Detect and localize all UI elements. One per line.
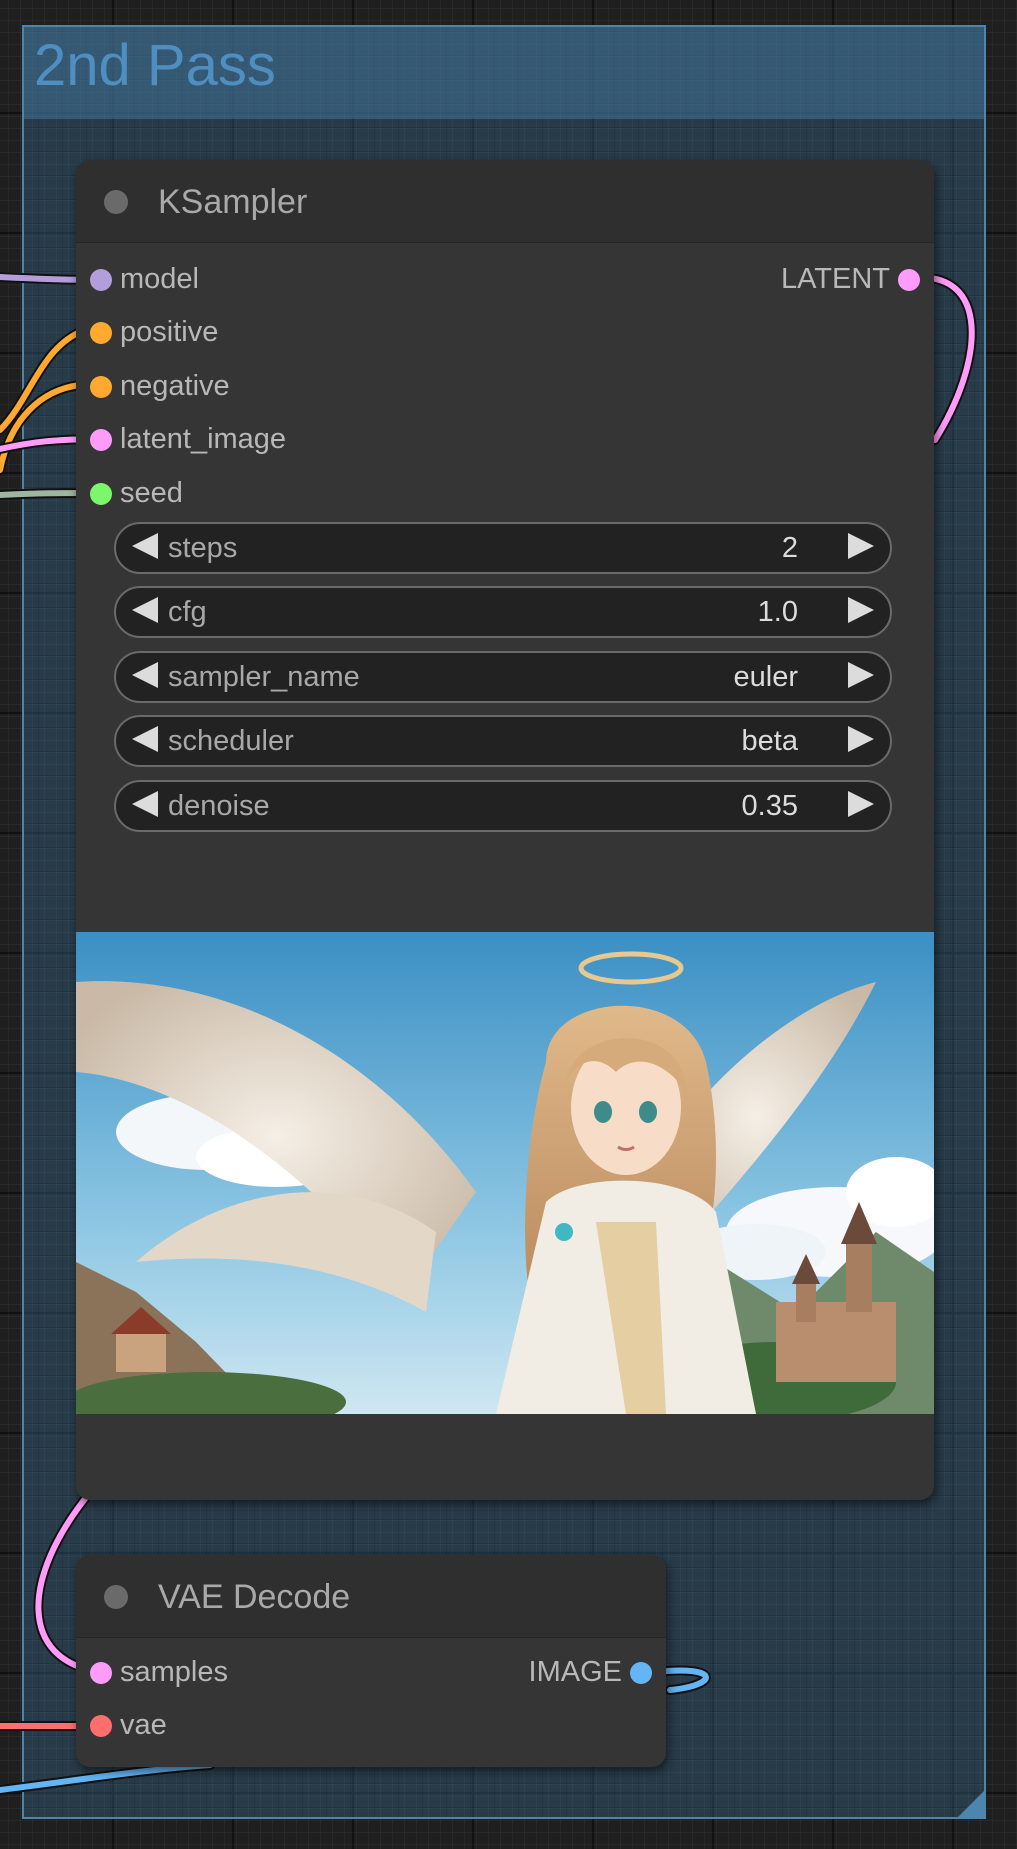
- output-slot-image[interactable]: IMAGE: [392, 1653, 652, 1693]
- widget-sampler-name[interactable]: sampler_name euler: [114, 651, 892, 703]
- slot-label: positive: [120, 316, 219, 348]
- widget-label: denoise: [168, 790, 270, 822]
- decrement-arrow-icon[interactable]: [132, 662, 158, 688]
- widget-label: steps: [168, 532, 238, 564]
- increment-arrow-icon[interactable]: [848, 597, 874, 623]
- widget-value[interactable]: euler: [734, 661, 799, 694]
- slot-dot-icon[interactable]: [90, 322, 112, 344]
- widget-value[interactable]: 0.35: [742, 790, 798, 823]
- slot-label: seed: [120, 477, 183, 509]
- ksampler-node[interactable]: KSampler model positive negative latent_…: [76, 160, 934, 1500]
- slot-dot-icon[interactable]: [90, 376, 112, 398]
- decrement-arrow-icon[interactable]: [132, 791, 158, 817]
- slot-label: latent_image: [120, 423, 287, 455]
- widget-denoise[interactable]: denoise 0.35: [114, 780, 892, 832]
- output-slot-latent[interactable]: LATENT: [620, 260, 920, 300]
- slot-label: model: [120, 263, 199, 295]
- decrement-arrow-icon[interactable]: [132, 726, 158, 752]
- widget-label: sampler_name: [168, 661, 360, 693]
- slot-dot-icon[interactable]: [90, 429, 112, 451]
- group-title[interactable]: 2nd Pass: [34, 37, 276, 95]
- increment-arrow-icon[interactable]: [848, 533, 874, 559]
- image-preview-icon: [76, 932, 934, 1414]
- widget-value[interactable]: 1.0: [758, 596, 798, 629]
- vae-decode-node[interactable]: VAE Decode samples vae IMAGE: [76, 1555, 666, 1767]
- collapse-dot-icon[interactable]: [104, 1585, 128, 1609]
- widget-cfg[interactable]: cfg 1.0: [114, 586, 892, 638]
- increment-arrow-icon[interactable]: [848, 662, 874, 688]
- slot-label: samples: [120, 1656, 228, 1688]
- widget-steps[interactable]: steps 2: [114, 522, 892, 574]
- input-slot-seed[interactable]: seed: [90, 474, 390, 514]
- slot-dot-icon[interactable]: [90, 483, 112, 505]
- slot-label: vae: [120, 1709, 167, 1741]
- ksampler-title-bar[interactable]: KSampler: [76, 160, 934, 243]
- input-slot-model[interactable]: model: [90, 260, 390, 300]
- widget-label: scheduler: [168, 725, 294, 757]
- vae-decode-title-bar[interactable]: VAE Decode: [76, 1555, 666, 1638]
- node-canvas[interactable]: 2nd Pass KSampler model positive negativ…: [0, 0, 1017, 1849]
- group-title-bar[interactable]: 2nd Pass: [24, 27, 984, 119]
- vae-decode-title: VAE Decode: [158, 1578, 351, 1616]
- collapse-dot-icon[interactable]: [104, 190, 128, 214]
- widget-value[interactable]: 2: [782, 532, 798, 565]
- slot-label: negative: [120, 370, 230, 402]
- input-slot-positive[interactable]: positive: [90, 313, 390, 353]
- slot-dot-icon[interactable]: [90, 1662, 112, 1684]
- increment-arrow-icon[interactable]: [848, 726, 874, 752]
- slot-dot-icon[interactable]: [898, 269, 920, 291]
- decrement-arrow-icon[interactable]: [132, 597, 158, 623]
- input-slot-vae[interactable]: vae: [90, 1706, 350, 1746]
- slot-label: LATENT: [780, 263, 890, 295]
- input-slot-latent-image[interactable]: latent_image: [90, 420, 390, 460]
- slot-dot-icon[interactable]: [90, 1715, 112, 1737]
- widget-label: cfg: [168, 596, 207, 628]
- decrement-arrow-icon[interactable]: [132, 533, 158, 559]
- increment-arrow-icon[interactable]: [848, 791, 874, 817]
- input-slot-samples[interactable]: samples: [90, 1653, 350, 1693]
- slot-label: IMAGE: [528, 1656, 622, 1688]
- widget-scheduler[interactable]: scheduler beta: [114, 715, 892, 767]
- slot-dot-icon[interactable]: [90, 269, 112, 291]
- widget-value[interactable]: beta: [742, 725, 798, 758]
- group-resize-handle[interactable]: [958, 1791, 984, 1817]
- input-slot-negative[interactable]: negative: [90, 367, 390, 407]
- slot-dot-icon[interactable]: [630, 1662, 652, 1684]
- ksampler-title: KSampler: [158, 183, 308, 221]
- preview-image: [76, 932, 934, 1414]
